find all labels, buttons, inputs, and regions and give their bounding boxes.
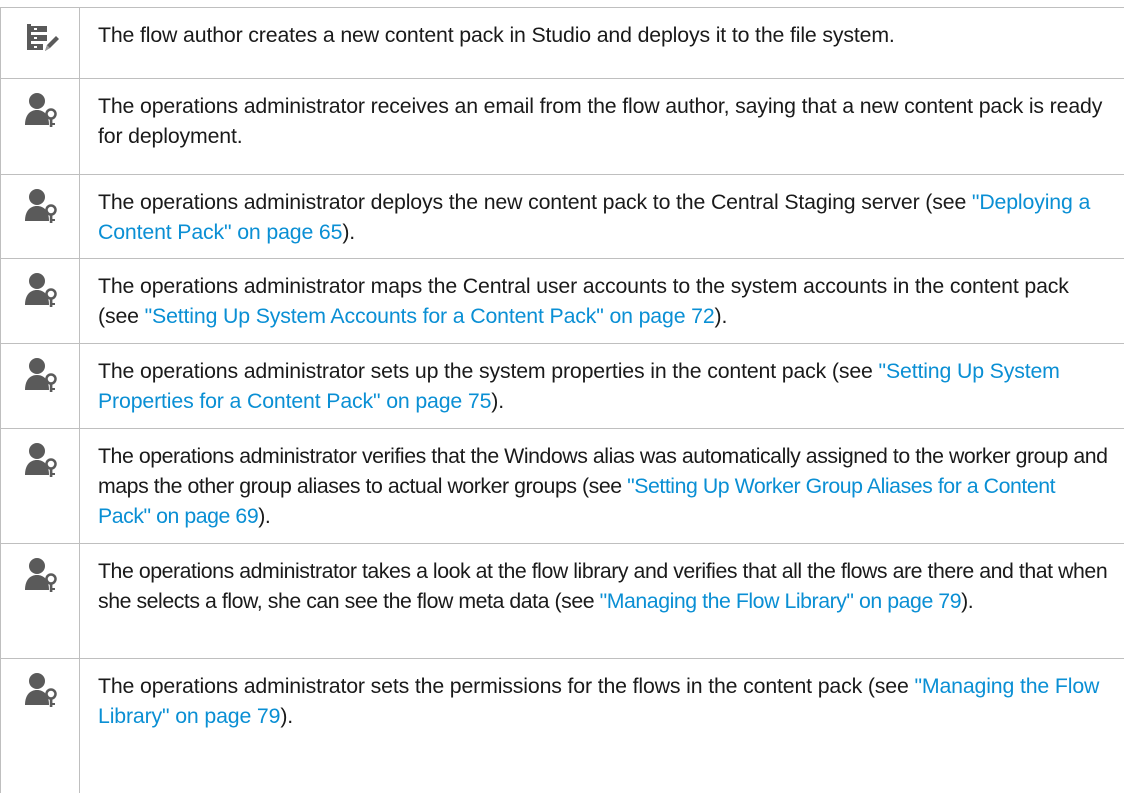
operations-admin-icon (25, 558, 57, 592)
operations-admin-icon (25, 273, 57, 307)
step-text: The flow author creates a new content pa… (98, 20, 1108, 50)
operations-admin-icon (25, 189, 57, 223)
icon-cell (0, 8, 80, 78)
table-row: The operations administrator takes a loo… (0, 543, 1124, 658)
step-text-part: ). (714, 304, 728, 328)
step-text-part: ). (342, 220, 356, 244)
operations-admin-icon (25, 93, 57, 127)
cross-reference-link[interactable]: "Managing the Flow Library" on page 79 (600, 589, 962, 613)
flow-author-icon (27, 24, 59, 51)
operations-admin-icon (25, 673, 57, 707)
workflow-steps-table: The flow author creates a new content pa… (0, 0, 1124, 793)
step-text: The operations administrator receives an… (98, 91, 1108, 151)
step-text-part: ). (961, 589, 974, 613)
icon-cell (0, 659, 80, 793)
step-text-part: ). (280, 704, 294, 728)
step-text-part: The operations administrator sets up the… (98, 359, 879, 383)
table-row: The operations administrator deploys the… (0, 174, 1124, 258)
table-row: The operations administrator maps the Ce… (0, 258, 1124, 343)
step-text-part: The operations administrator sets the pe… (98, 674, 915, 698)
step-text-part: The flow author creates a new content pa… (98, 23, 895, 47)
table-row: The operations administrator sets up the… (0, 343, 1124, 428)
icon-cell (0, 79, 80, 174)
step-text-part: ). (258, 504, 271, 528)
icon-cell (0, 429, 80, 543)
icon-cell (0, 175, 80, 258)
icon-cell (0, 344, 80, 428)
step-text: The operations administrator maps the Ce… (98, 271, 1108, 331)
step-text-part: The operations administrator deploys the… (98, 190, 972, 214)
table-row: The operations administrator sets the pe… (0, 658, 1124, 793)
step-text-part: ). (491, 389, 505, 413)
operations-admin-icon (25, 443, 57, 477)
table-row: The flow author creates a new content pa… (0, 7, 1124, 78)
step-text: The operations administrator sets the pe… (98, 671, 1108, 731)
step-text: The operations administrator takes a loo… (98, 556, 1108, 616)
step-text: The operations administrator sets up the… (98, 356, 1108, 416)
step-text: The operations administrator verifies th… (98, 441, 1108, 531)
table-row: The operations administrator verifies th… (0, 428, 1124, 543)
table-row: The operations administrator receives an… (0, 78, 1124, 174)
cross-reference-link[interactable]: "Setting Up System Accounts for a Conten… (145, 304, 715, 328)
icon-cell (0, 544, 80, 658)
operations-admin-icon (25, 358, 57, 392)
icon-cell (0, 259, 80, 343)
step-text-part: The operations administrator receives an… (98, 94, 1103, 148)
step-text: The operations administrator deploys the… (98, 187, 1108, 247)
